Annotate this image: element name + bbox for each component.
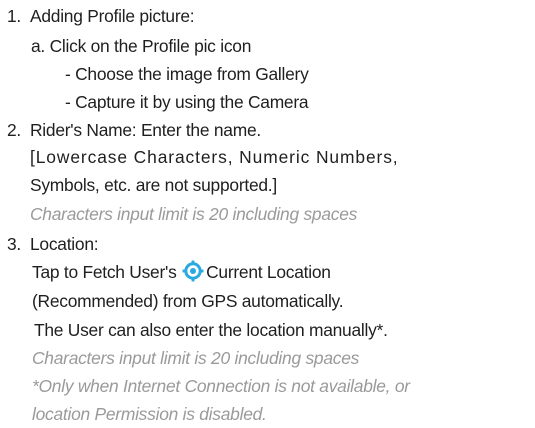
item-2: 2. Rider's Name: Enter the name. (7, 118, 261, 142)
tap-prefix: Tap to Fetch User's (32, 262, 177, 282)
gps-target-icon (182, 260, 204, 288)
item-1-number: 1. (7, 6, 22, 26)
item-2-title: Rider's Name: Enter the name. (30, 120, 261, 140)
item-3-limit: Characters input limit is 20 including s… (32, 348, 360, 368)
item-1-title: Adding Profile picture: (30, 6, 195, 26)
item-2-note-line-1: [Lowercase Characters, Numeric Numbers, (30, 147, 399, 167)
item-2-limit: Characters input limit is 20 including s… (30, 204, 358, 224)
item-3-number: 3. (7, 234, 22, 254)
tap-suffix: Current Location (206, 262, 331, 282)
item-3-footnote-line-2: location Permission is disabled. (32, 404, 267, 424)
item-2-note-line-2: Symbols, etc. are not supported.] (30, 175, 277, 195)
item-1-sub: a. Click on the Profile pic icon (31, 36, 252, 56)
item-3-tap-line: Tap to Fetch User's Current Location (32, 260, 331, 288)
item-3-title: Location: (30, 234, 99, 254)
item-2-number: 2. (7, 120, 22, 140)
item-1-bullet-2: - Capture it by using the Camera (65, 92, 309, 112)
item-3-manual: The User can also enter the location man… (34, 320, 388, 340)
item-3-recommended: (Recommended) from GPS automatically. (32, 291, 344, 311)
item-1-bullet-1: - Choose the image from Gallery (65, 64, 309, 84)
item-3-footnote-line-1: *Only when Internet Connection is not av… (32, 376, 410, 396)
item-1: 1. Adding Profile picture: (7, 4, 195, 28)
item-3: 3. Location: (7, 232, 99, 256)
